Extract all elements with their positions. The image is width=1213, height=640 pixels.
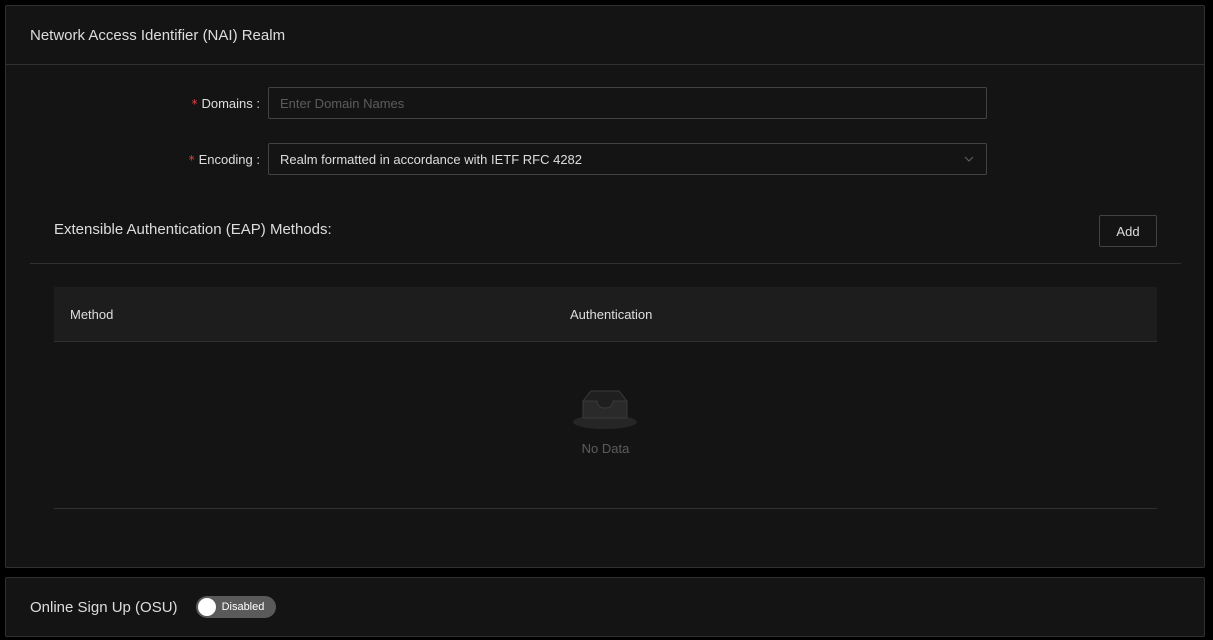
nai-realm-card: Network Access Identifier (NAI) Realm * D… [5, 5, 1205, 568]
domains-form-row: * Domains : [6, 87, 1204, 119]
eap-methods-table: Method Authentication No Data [54, 287, 1157, 509]
domains-label-text: Domains : [201, 95, 260, 111]
eap-methods-title: Extensible Authentication (EAP) Methods: [54, 221, 332, 238]
column-header-authentication: Authentication [570, 306, 653, 322]
encoding-select[interactable]: Realm formatted in accordance with IETF … [268, 143, 987, 175]
empty-inbox-icon [573, 390, 637, 429]
required-mark: * [188, 152, 195, 167]
required-mark: * [191, 96, 198, 111]
toggle-knob [197, 598, 216, 616]
table-header: Method Authentication [54, 287, 1157, 342]
table-empty-state: No Data [54, 342, 1157, 509]
domains-label: * Domains : [6, 96, 268, 111]
column-header-method: Method [70, 306, 114, 322]
add-eap-method-button[interactable]: Add [1099, 215, 1157, 247]
encoding-form-row: * Encoding : Realm formatted in accordanc… [6, 143, 1204, 175]
nai-realm-title: Network Access Identifier (NAI) Realm [6, 6, 1204, 65]
encoding-label-text: Encoding : [198, 151, 260, 167]
osu-card: Online Sign Up (OSU) Disabled [5, 577, 1205, 637]
osu-row: Online Sign Up (OSU) Disabled [6, 578, 1204, 636]
section-divider [30, 263, 1181, 264]
osu-toggle-switch[interactable]: Disabled [195, 596, 276, 618]
domains-input[interactable] [268, 87, 987, 119]
chevron-down-icon [964, 156, 974, 162]
no-data-text: No Data [581, 441, 630, 456]
encoding-label: * Encoding : [6, 152, 268, 167]
osu-title: Online Sign Up (OSU) [30, 598, 178, 616]
encoding-selected-value: Realm formatted in accordance with IETF … [280, 151, 583, 167]
toggle-state-label: Disabled [221, 601, 265, 613]
